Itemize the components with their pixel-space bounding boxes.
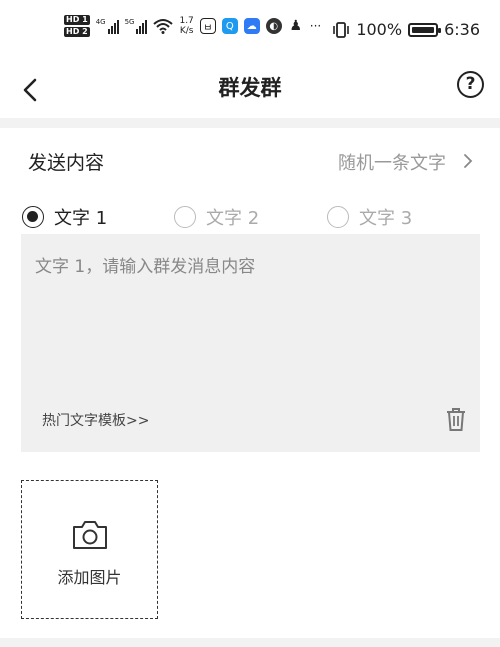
status-right: 100% 6:36 (332, 20, 480, 39)
network-speed: 1.7 K/s (179, 16, 194, 36)
compass-app-icon: ◐ (265, 18, 282, 34)
radio-checked-icon (22, 206, 44, 228)
send-content-label: 发送内容 (28, 152, 105, 174)
qq-icon: ♟ (289, 18, 303, 34)
signal-5g-icon: 5G (125, 18, 148, 34)
send-content-value: 随机一条文字 (338, 153, 446, 174)
status-bar: HD 1 HD 2 4G 5G 1.7 K/s ㅂ Q ☁ ◐ ♟ ··· 10… (0, 0, 500, 62)
help-icon[interactable]: ? (457, 71, 484, 98)
send-content-row[interactable]: 发送内容 随机一条文字 (0, 128, 500, 192)
hd1-badge: HD 1 (64, 15, 90, 25)
bottom-divider (0, 638, 500, 647)
trash-icon[interactable] (446, 406, 466, 432)
radio-unchecked-icon (327, 206, 349, 228)
hot-templates-link[interactable]: 热门文字模板>> (42, 410, 149, 430)
clock: 6:36 (444, 20, 480, 39)
shopping-app-icon: ㅂ (199, 18, 216, 34)
signal-4g-icon: 4G (96, 18, 119, 34)
radio-label: 文字 1 (54, 208, 108, 229)
hd-badges: HD 1 HD 2 (64, 14, 90, 38)
vibrate-icon (333, 21, 350, 38)
radio-text-1[interactable]: 文字 1 (22, 204, 107, 230)
add-image-label: 添加图片 (57, 568, 122, 587)
radio-label: 文字 3 (359, 208, 413, 229)
hd2-badge: HD 2 (64, 27, 90, 37)
status-left: HD 1 HD 2 4G 5G 1.7 K/s ㅂ Q ☁ ◐ ♟ ··· (64, 14, 321, 38)
add-image-button[interactable]: 添加图片 (21, 480, 158, 619)
radio-text-3[interactable]: 文字 3 (327, 204, 412, 230)
radio-text-2[interactable]: 文字 2 (174, 204, 259, 230)
text-option-group: 文字 1 文字 2 文字 3 (0, 200, 500, 232)
camera-icon (73, 521, 107, 549)
battery-percent: 100% (356, 20, 403, 39)
chevron-right-icon (464, 154, 473, 168)
more-notifications-icon: ··· (309, 19, 322, 33)
message-placeholder: 文字 1，请输入群发消息内容 (35, 257, 256, 277)
top-nav-bar: 群发群 ? (0, 62, 500, 118)
battery-fill (412, 26, 435, 33)
radio-label: 文字 2 (206, 208, 260, 229)
search-app-icon: Q (221, 18, 238, 34)
battery-icon (408, 22, 442, 37)
section-divider (0, 118, 500, 128)
message-input[interactable]: 文字 1，请输入群发消息内容 热门文字模板>> (21, 234, 480, 452)
page-title: 群发群 (218, 76, 282, 100)
radio-unchecked-icon (174, 206, 196, 228)
wifi-icon (153, 19, 174, 34)
cloud-app-icon: ☁ (243, 18, 260, 34)
